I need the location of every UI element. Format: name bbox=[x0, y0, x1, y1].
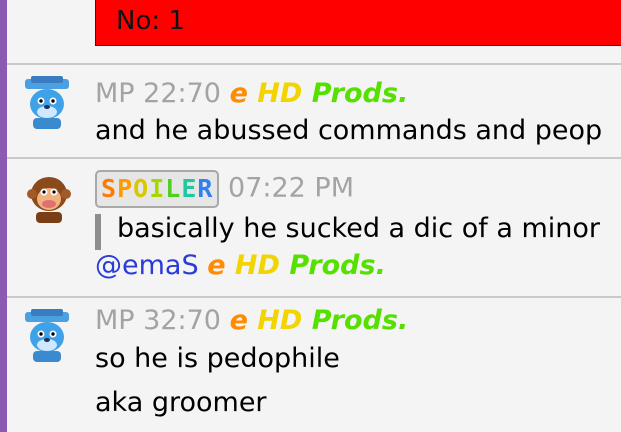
alert-banner: No: 1 bbox=[95, 0, 621, 46]
timestamp: MP 32:70 bbox=[95, 305, 221, 336]
mention-link[interactable]: @emaS bbox=[95, 250, 199, 281]
quote-bar bbox=[95, 214, 101, 250]
spoiler-badge[interactable]: SPOILER bbox=[95, 170, 220, 208]
blue-bear-avatar[interactable] bbox=[21, 76, 73, 130]
username[interactable]: e HD Prods. bbox=[207, 250, 386, 281]
username-part: e bbox=[229, 78, 248, 109]
chat-message[interactable]: MP 22:70 e HD Prods. and he abussed comm… bbox=[7, 66, 621, 156]
message-text: and he abussed commands and peop bbox=[95, 115, 603, 146]
message-divider bbox=[7, 296, 621, 298]
username-part: Prods. bbox=[311, 78, 409, 109]
left-rail bbox=[0, 0, 7, 432]
message-text: so he is pedophile bbox=[95, 343, 340, 374]
username-part: e bbox=[229, 305, 248, 336]
quoted-text: basically he sucked a dic of a minor bbox=[117, 213, 601, 244]
message-text: aka groomer bbox=[95, 387, 267, 418]
banner-text: No: 1 bbox=[116, 6, 185, 36]
mention-line: @emaS e HD Prods. bbox=[95, 250, 386, 281]
badge-letter: S bbox=[101, 174, 118, 203]
username[interactable]: e HD Prods. bbox=[230, 305, 409, 336]
badge-letter: L bbox=[165, 174, 182, 203]
username-part: Prods. bbox=[311, 305, 409, 336]
message-divider bbox=[7, 63, 621, 65]
username-part: e bbox=[207, 250, 226, 281]
badge-letter: I bbox=[149, 174, 166, 203]
message-header: MP 22:70 e HD Prods. bbox=[95, 78, 408, 109]
message-header: SPOILER 07:22 PM bbox=[95, 170, 354, 208]
blue-bear-avatar[interactable] bbox=[21, 309, 73, 363]
monkey-avatar[interactable] bbox=[23, 170, 75, 224]
badge-letter: R bbox=[197, 174, 214, 203]
username-part: HD bbox=[257, 305, 303, 336]
message-header: MP 32:70 e HD Prods. bbox=[95, 305, 408, 336]
username[interactable]: e HD Prods. bbox=[230, 78, 409, 109]
username-part: HD bbox=[234, 250, 280, 281]
chat-message[interactable]: SPOILER 07:22 PM basically he sucked a d… bbox=[7, 160, 621, 295]
badge-letter: E bbox=[181, 174, 198, 203]
timestamp: 07:22 PM bbox=[228, 172, 355, 204]
badge-letter: O bbox=[133, 174, 150, 203]
message-divider bbox=[7, 157, 621, 159]
username-part: Prods. bbox=[289, 250, 386, 281]
username-part: HD bbox=[257, 78, 303, 109]
timestamp: MP 22:70 bbox=[95, 78, 221, 109]
chat-message[interactable]: MP 32:70 e HD Prods. so he is pedophile … bbox=[7, 299, 621, 432]
badge-letter: P bbox=[117, 174, 134, 203]
